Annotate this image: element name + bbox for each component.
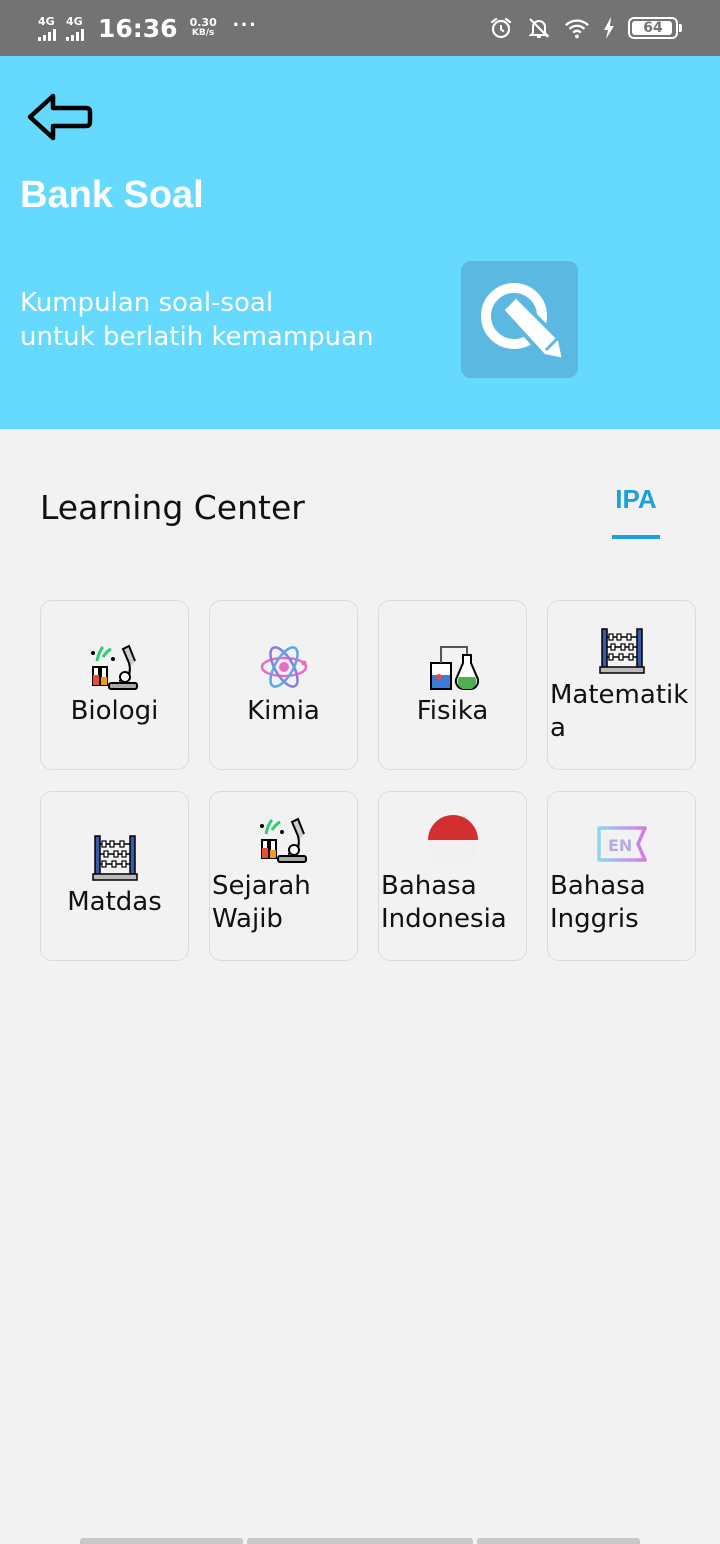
charging-icon xyxy=(602,15,616,41)
nav-gesture-bar xyxy=(477,1538,640,1544)
atom-icon xyxy=(258,641,310,693)
network-type-1: 4G xyxy=(38,14,55,28)
subtitle-line-1: Kumpulan soal-soal xyxy=(20,288,274,318)
wifi-icon xyxy=(564,15,590,41)
nav-gesture-bar xyxy=(80,1538,243,1544)
signal-indicator-1: 4G xyxy=(38,16,56,41)
battery-icon: 64 xyxy=(628,17,682,39)
subject-card-kimia[interactable]: Kimia xyxy=(209,600,358,770)
subject-card-biologi[interactable]: Biologi xyxy=(40,600,189,770)
signal-bars-1-icon xyxy=(38,28,56,41)
tab-ipa[interactable]: IPA xyxy=(612,484,660,539)
microscope-icon xyxy=(258,814,310,866)
subject-label: Sejarah Wajib xyxy=(212,871,311,934)
network-speed-unit: KB/s xyxy=(191,28,215,38)
subject-card-fisika[interactable]: Fisika xyxy=(378,600,527,770)
subject-card-bahasa-indonesia[interactable]: Bahasa Indonesia xyxy=(378,791,527,961)
status-bar: 4G 4G 16:36 0.30 KB/s ··· 64 xyxy=(0,0,720,56)
subject-card-matdas[interactable]: Matdas xyxy=(40,791,189,961)
lab-flask-icon xyxy=(427,641,479,693)
subject-label: Bahasa Indonesia xyxy=(381,871,507,934)
subject-label: Fisika xyxy=(416,696,489,726)
network-speed: 0.30 KB/s xyxy=(190,17,217,39)
status-right: 64 xyxy=(488,15,682,41)
indonesia-flag-icon xyxy=(427,814,479,866)
subject-label: Matematika xyxy=(550,680,689,743)
subject-label: Biologi xyxy=(70,696,159,726)
search-pencil-icon xyxy=(480,282,566,362)
more-notifications: ··· xyxy=(232,12,258,37)
en-language-icon: EN xyxy=(596,818,648,870)
clock: 16:36 xyxy=(98,13,178,43)
tab-active-indicator xyxy=(612,535,660,539)
subject-card-matematika[interactable]: Matematika xyxy=(547,600,696,770)
svg-text:EN: EN xyxy=(608,836,632,855)
abacus-icon xyxy=(596,625,648,677)
mute-bell-icon xyxy=(526,15,552,41)
arrow-left-icon xyxy=(27,93,93,141)
battery-level: 64 xyxy=(643,20,663,36)
subject-card-bahasa-inggris[interactable]: EN Bahasa Inggris xyxy=(547,791,696,961)
page-subtitle: Kumpulan soal-soal untuk berlatih kemamp… xyxy=(20,286,374,354)
microscope-icon xyxy=(89,641,141,693)
signal-indicator-2: 4G xyxy=(66,16,84,41)
subject-label: Bahasa Inggris xyxy=(550,871,646,934)
subject-card-sejarah-wajib[interactable]: Sejarah Wajib xyxy=(209,791,358,961)
alarm-icon xyxy=(488,15,514,41)
nav-gesture-bar xyxy=(247,1538,473,1544)
tab-ipa-label: IPA xyxy=(615,484,657,514)
back-button[interactable] xyxy=(26,92,94,142)
bank-soal-badge xyxy=(461,261,578,378)
subject-label: Matdas xyxy=(67,887,162,917)
header-banner: Bank Soal Kumpulan soal-soal untuk berla… xyxy=(0,56,720,429)
subject-label: Kimia xyxy=(247,696,320,726)
subtitle-line-2: untuk berlatih kemampuan xyxy=(20,322,374,352)
learning-center-title: Learning Center xyxy=(40,488,305,527)
status-left: 4G 4G 16:36 0.30 KB/s ··· xyxy=(38,12,258,43)
network-type-2: 4G xyxy=(66,14,83,28)
abacus-icon xyxy=(89,832,141,884)
network-speed-value: 0.30 xyxy=(189,16,217,29)
signal-bars-2-icon xyxy=(66,28,84,41)
page-title: Bank Soal xyxy=(20,174,204,216)
